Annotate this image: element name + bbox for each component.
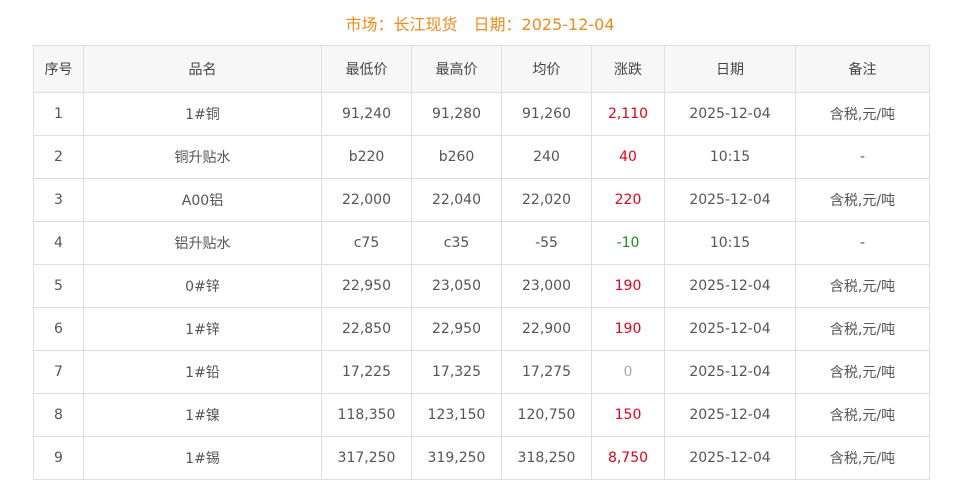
cell-name: A00铝 [83,178,322,222]
cell-index: 8 [33,393,84,437]
col-header-avg: 均价 [501,45,592,93]
market-label: 市场： [345,15,394,34]
cell-low: b220 [321,135,412,179]
cell-avg: 23,000 [501,264,592,308]
table-row: 2 铜升贴水 b220 b260 240 40 10:15- [33,135,930,179]
cell-date: 2025-12-04 [664,178,796,222]
cell-date: 2025-12-04 [664,436,796,480]
date-value: 2025-12-04 [521,15,615,34]
col-header-low: 最低价 [321,45,412,93]
cell-name: 0#锌 [83,264,322,308]
cell-name: 铝升贴水 [83,221,322,265]
cell-change: 190 [591,307,665,351]
cell-index: 5 [33,264,84,308]
cell-note: 含税,元/吨 [795,436,930,480]
cell-low: 22,850 [321,307,412,351]
cell-high: 17,325 [411,350,502,394]
cell-change: 150 [591,393,665,437]
cell-index: 1 [33,92,84,136]
cell-low: 118,350 [321,393,412,437]
table-row: 6 1#锌 22,850 22,950 22,900 190 2025-12-04 含税,元/… [33,307,930,351]
cell-avg: 318,250 [501,436,592,480]
table-row: 8 1#镍 118,350 123,150 120,750 150 2025-12-04 含税… [33,393,930,437]
cell-low: c75 [321,221,412,265]
date-label: 日期： [473,15,522,34]
cell-avg: 120,750 [501,393,592,437]
cell-change: 40 [591,135,665,179]
table-row: 3 A00铝 22,000 22,040 22,020 220 2025-12-04 含税,元… [33,178,930,222]
cell-name: 1#镍 [83,393,322,437]
cell-avg: 22,900 [501,307,592,351]
cell-note: 含税,元/吨 [795,393,930,437]
cell-date: 2025-12-04 [664,393,796,437]
cell-high: 319,250 [411,436,502,480]
cell-date: 10:15 [664,221,796,265]
cell-low: 17,225 [321,350,412,394]
cell-low: 22,950 [321,264,412,308]
col-header-note: 备注 [795,45,930,93]
cell-note: 含税,元/吨 [795,264,930,308]
cell-high: 123,150 [411,393,502,437]
cell-name: 1#锡 [83,436,322,480]
cell-high: c35 [411,221,502,265]
cell-avg: 240 [501,135,592,179]
cell-avg: 91,260 [501,92,592,136]
table-header-row: 序号 品名 最低价 最高价 均价 涨跌 日期 备注 [33,45,930,93]
cell-high: b260 [411,135,502,179]
cell-date: 2025-12-04 [664,307,796,351]
cell-note: - [795,221,930,265]
cell-change: 2,110 [591,92,665,136]
cell-name: 铜升贴水 [83,135,322,179]
cell-date: 2025-12-04 [664,264,796,308]
cell-change: 8,750 [591,436,665,480]
table-row: 1 1#铜 91,240 91,280 91,260 2,110 2025-12-04 含税,… [33,92,930,136]
col-header-name: 品名 [83,45,322,93]
cell-high: 22,950 [411,307,502,351]
cell-date: 2025-12-04 [664,350,796,394]
cell-high: 22,040 [411,178,502,222]
cell-name: 1#铜 [83,92,322,136]
cell-index: 6 [33,307,84,351]
market-value: 长江现货 [393,15,458,34]
cell-change: 190 [591,264,665,308]
cell-low: 22,000 [321,178,412,222]
table-row: 4 铝升贴水 c75 c35 -55 -10 10:15- [33,221,930,265]
price-table: 序号 品名 最低价 最高价 均价 涨跌 日期 备注 1 1#铜 91,240 91,2… [33,45,930,480]
table-row: 7 1#铅 17,225 17,325 17,275 0 2025-12-04 含税,元/吨 [33,350,930,394]
cell-name: 1#铅 [83,350,322,394]
cell-index: 7 [33,350,84,394]
col-header-date: 日期 [664,45,796,93]
col-header-high: 最高价 [411,45,502,93]
cell-avg: 17,275 [501,350,592,394]
cell-date: 2025-12-04 [664,92,796,136]
cell-change: -10 [591,221,665,265]
cell-change: 0 [591,350,665,394]
cell-change: 220 [591,178,665,222]
table-row: 5 0#锌 22,950 23,050 23,000 190 2025-12-04 含税,元/… [33,264,930,308]
cell-note: 含税,元/吨 [795,178,930,222]
cell-note: 含税,元/吨 [795,350,930,394]
table-row: 9 1#锡 317,250 319,250 318,250 8,750 2025-12-04… [33,436,930,480]
col-header-change: 涨跌 [591,45,665,93]
cell-avg: 22,020 [501,178,592,222]
cell-note: - [795,135,930,179]
cell-low: 317,250 [321,436,412,480]
cell-avg: -55 [501,221,592,265]
cell-high: 23,050 [411,264,502,308]
cell-index: 4 [33,221,84,265]
cell-note: 含税,元/吨 [795,307,930,351]
cell-date: 10:15 [664,135,796,179]
cell-name: 1#锌 [83,307,322,351]
col-header-index: 序号 [33,45,84,93]
cell-index: 9 [33,436,84,480]
cell-high: 91,280 [411,92,502,136]
cell-note: 含税,元/吨 [795,92,930,136]
cell-low: 91,240 [321,92,412,136]
cell-index: 2 [33,135,84,179]
market-header: 市场：长江现货 日期：2025-12-04 [0,13,960,37]
cell-index: 3 [33,178,84,222]
